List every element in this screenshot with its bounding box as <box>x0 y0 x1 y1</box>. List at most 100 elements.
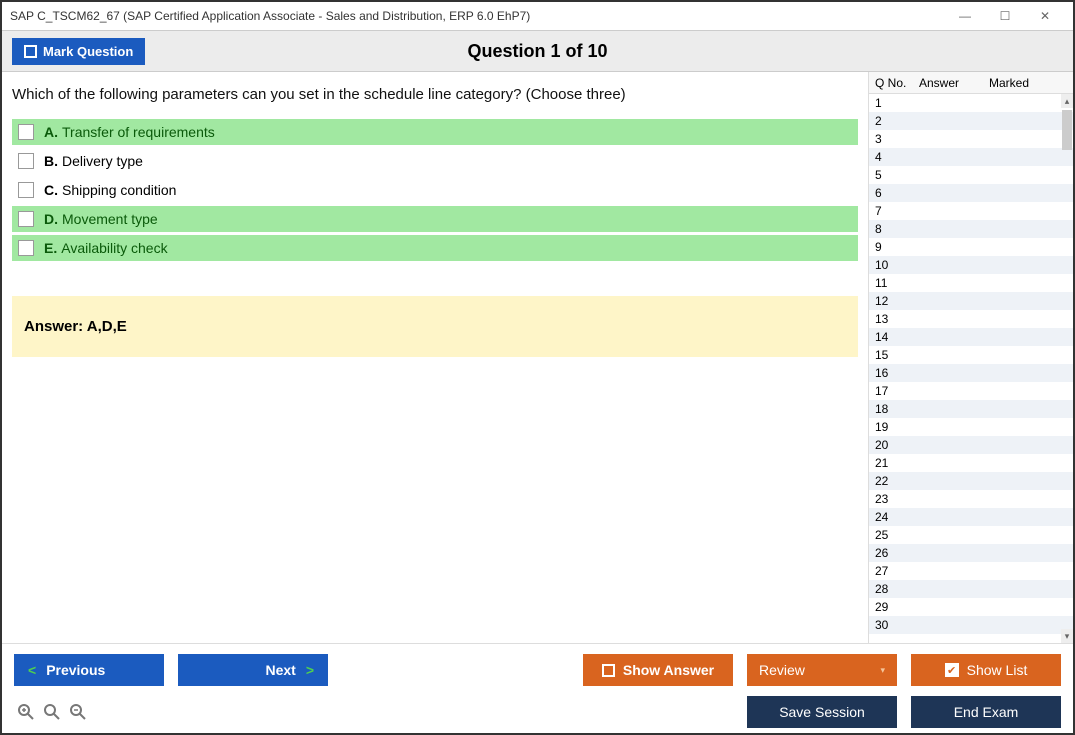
review-button[interactable]: Review ▾ <box>747 654 897 686</box>
question-list-row[interactable]: 15 <box>869 346 1073 364</box>
option-C[interactable]: C.Shipping condition <box>12 177 858 203</box>
row-qno: 20 <box>875 438 925 452</box>
scroll-up-icon[interactable]: ▴ <box>1061 94 1073 108</box>
question-list-row[interactable]: 27 <box>869 562 1073 580</box>
next-button[interactable]: Next > <box>178 654 328 686</box>
option-checkbox[interactable] <box>18 182 34 198</box>
row-qno: 14 <box>875 330 925 344</box>
question-list-row[interactable]: 4 <box>869 148 1073 166</box>
question-pane: Which of the following parameters can yo… <box>2 72 868 643</box>
row-qno: 24 <box>875 510 925 524</box>
option-letter: A. <box>44 124 58 140</box>
maximize-button[interactable]: ☐ <box>985 4 1025 28</box>
row-qno: 25 <box>875 528 925 542</box>
end-exam-button[interactable]: End Exam <box>911 696 1061 728</box>
show-answer-checkbox-icon <box>602 664 615 677</box>
row-qno: 15 <box>875 348 925 362</box>
row-qno: 9 <box>875 240 925 254</box>
question-list-scrollbar[interactable]: ▴ ▾ <box>1061 94 1073 643</box>
question-list-row[interactable]: 29 <box>869 598 1073 616</box>
question-list-row[interactable]: 13 <box>869 310 1073 328</box>
question-list-row[interactable]: 17 <box>869 382 1073 400</box>
zoom-reset-icon[interactable] <box>42 702 62 722</box>
question-list-row[interactable]: 8 <box>869 220 1073 238</box>
option-letter: B. <box>44 153 58 169</box>
row-qno: 6 <box>875 186 925 200</box>
question-list-row[interactable]: 25 <box>869 526 1073 544</box>
question-list-row[interactable]: 16 <box>869 364 1073 382</box>
zoom-in-icon[interactable] <box>16 702 36 722</box>
minimize-button[interactable]: — <box>945 4 985 28</box>
option-checkbox[interactable] <box>18 211 34 227</box>
mark-question-label: Mark Question <box>43 44 133 59</box>
scroll-thumb[interactable] <box>1062 110 1072 150</box>
question-list-rows[interactable]: ▴ ▾ 123456789101112131415161718192021222… <box>869 94 1073 643</box>
option-text: Movement type <box>62 211 158 227</box>
option-A[interactable]: A.Transfer of requirements <box>12 119 858 145</box>
question-list-row[interactable]: 11 <box>869 274 1073 292</box>
show-answer-button[interactable]: Show Answer <box>583 654 733 686</box>
option-text: Delivery type <box>62 153 143 169</box>
question-list-row[interactable]: 23 <box>869 490 1073 508</box>
option-text: Shipping condition <box>62 182 176 198</box>
question-list-row[interactable]: 21 <box>869 454 1073 472</box>
question-list-row[interactable]: 24 <box>869 508 1073 526</box>
row-qno: 30 <box>875 618 925 632</box>
question-list-row[interactable]: 12 <box>869 292 1073 310</box>
question-list-row[interactable]: 28 <box>869 580 1073 598</box>
option-checkbox[interactable] <box>18 153 34 169</box>
question-list-row[interactable]: 2 <box>869 112 1073 130</box>
footer: < Previous Next > Show Answer Review ▾ ✔… <box>2 643 1073 733</box>
review-label: Review <box>759 662 805 678</box>
option-text: Availability check <box>61 240 167 256</box>
header-marked: Marked <box>989 76 1073 90</box>
row-qno: 3 <box>875 132 925 146</box>
option-B[interactable]: B.Delivery type <box>12 148 858 174</box>
option-letter: E. <box>44 240 57 256</box>
question-list-row[interactable]: 18 <box>869 400 1073 418</box>
scroll-down-icon[interactable]: ▾ <box>1061 629 1073 643</box>
question-list-row[interactable]: 3 <box>869 130 1073 148</box>
option-checkbox[interactable] <box>18 124 34 140</box>
app-window: SAP C_TSCM62_67 (SAP Certified Applicati… <box>0 0 1075 735</box>
row-qno: 19 <box>875 420 925 434</box>
question-list-row[interactable]: 10 <box>869 256 1073 274</box>
question-list-row[interactable]: 22 <box>869 472 1073 490</box>
option-E[interactable]: E.Availability check <box>12 235 858 261</box>
show-answer-label: Show Answer <box>623 662 714 678</box>
question-list-row[interactable]: 14 <box>869 328 1073 346</box>
row-qno: 4 <box>875 150 925 164</box>
body: Which of the following parameters can yo… <box>2 72 1073 643</box>
question-list-row[interactable]: 26 <box>869 544 1073 562</box>
row-qno: 7 <box>875 204 925 218</box>
chevron-down-icon: ▾ <box>880 665 885 676</box>
close-button[interactable]: ✕ <box>1025 4 1065 28</box>
row-qno: 8 <box>875 222 925 236</box>
question-list-row[interactable]: 7 <box>869 202 1073 220</box>
previous-label: Previous <box>46 662 105 678</box>
previous-button[interactable]: < Previous <box>14 654 164 686</box>
question-counter-title: Question 1 of 10 <box>467 41 607 62</box>
option-checkbox[interactable] <box>18 240 34 256</box>
question-list-row[interactable]: 19 <box>869 418 1073 436</box>
answer-box: Answer: A,D,E <box>12 296 858 357</box>
mark-checkbox-icon <box>24 45 37 58</box>
top-bar: Mark Question Question 1 of 10 <box>2 30 1073 72</box>
question-list-row[interactable]: 1 <box>869 94 1073 112</box>
show-list-button[interactable]: ✔ Show List <box>911 654 1061 686</box>
zoom-out-icon[interactable] <box>68 702 88 722</box>
question-list-row[interactable]: 20 <box>869 436 1073 454</box>
question-list-row[interactable]: 9 <box>869 238 1073 256</box>
row-qno: 11 <box>875 276 925 290</box>
question-list-row[interactable]: 5 <box>869 166 1073 184</box>
row-qno: 13 <box>875 312 925 326</box>
question-list-row[interactable]: 30 <box>869 616 1073 634</box>
save-session-button[interactable]: Save Session <box>747 696 897 728</box>
header-qno: Q No. <box>869 76 919 90</box>
option-letter: C. <box>44 182 58 198</box>
mark-question-button[interactable]: Mark Question <box>12 38 145 65</box>
option-D[interactable]: D.Movement type <box>12 206 858 232</box>
zoom-controls <box>14 702 88 722</box>
question-list-row[interactable]: 6 <box>869 184 1073 202</box>
footer-row-2: Save Session End Exam <box>14 696 1061 728</box>
